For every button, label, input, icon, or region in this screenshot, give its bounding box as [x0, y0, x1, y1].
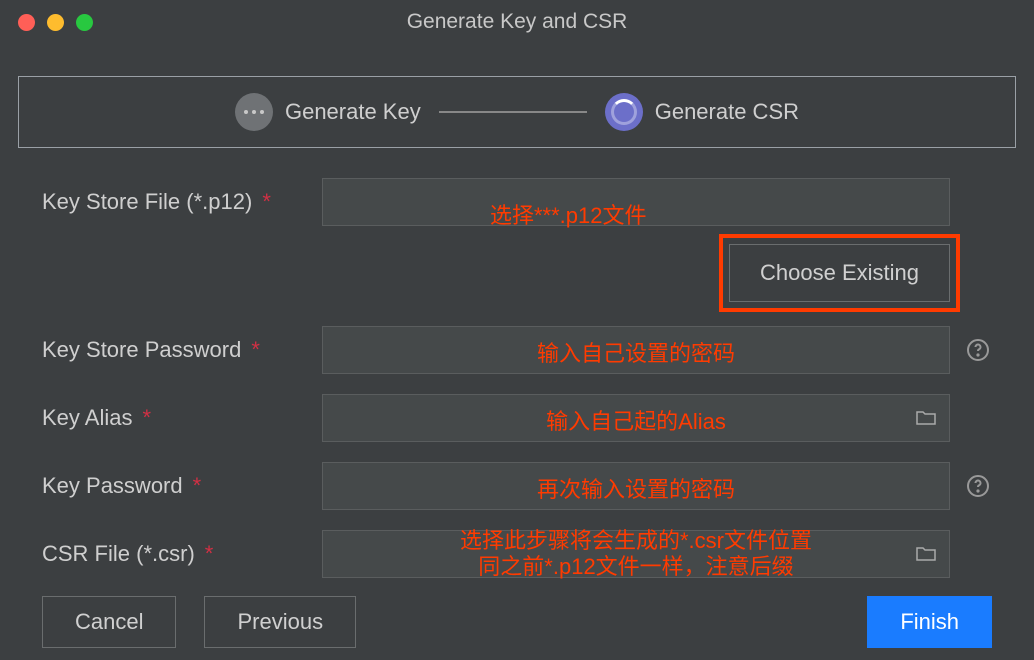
label-text: CSR File (*.csr)	[42, 541, 195, 567]
label-key-password: Key Password *	[42, 473, 322, 499]
traffic-lights	[18, 14, 93, 31]
form: Key Store File (*.p12) * 选择***.p12文件 Cho…	[0, 158, 1034, 580]
step-generate-csr: Generate CSR	[605, 93, 799, 131]
minimize-window-button[interactable]	[47, 14, 64, 31]
window-title: Generate Key and CSR	[0, 10, 1034, 34]
footer: Cancel Previous Finish	[42, 596, 992, 648]
key-store-password-input[interactable]	[322, 326, 950, 374]
required-indicator: *	[262, 189, 271, 215]
required-indicator: *	[143, 405, 152, 431]
row-csr-file: CSR File (*.csr) * 选择此步骤将会生成的*.csr文件位置 同…	[42, 528, 992, 580]
close-window-button[interactable]	[18, 14, 35, 31]
folder-icon[interactable]	[912, 540, 940, 568]
row-key-alias: Key Alias * 输入自己起的Alias	[42, 392, 992, 444]
row-key-store-password: Key Store Password * 输入自己设置的密码	[42, 324, 992, 376]
key-password-input[interactable]	[322, 462, 950, 510]
spinner-icon	[605, 93, 643, 131]
folder-icon[interactable]	[912, 404, 940, 432]
required-indicator: *	[193, 473, 202, 499]
cancel-button[interactable]: Cancel	[42, 596, 176, 648]
row-key-password: Key Password * 再次输入设置的密码	[42, 460, 992, 512]
label-text: Key Store File (*.p12)	[42, 189, 252, 215]
titlebar: Generate Key and CSR	[0, 0, 1034, 44]
step-connector	[439, 111, 587, 113]
label-text: Key Alias	[42, 405, 133, 431]
label-key-store-file: Key Store File (*.p12) *	[42, 189, 322, 215]
label-key-store-password: Key Store Password *	[42, 337, 322, 363]
maximize-window-button[interactable]	[76, 14, 93, 31]
key-store-file-input[interactable]	[322, 178, 950, 226]
previous-button[interactable]: Previous	[204, 596, 356, 648]
required-indicator: *	[251, 337, 260, 363]
label-csr-file: CSR File (*.csr) *	[42, 541, 322, 567]
finish-button[interactable]: Finish	[867, 596, 992, 648]
csr-file-input[interactable]	[322, 530, 950, 578]
label-text: Key Password	[42, 473, 183, 499]
key-alias-input[interactable]	[322, 394, 950, 442]
stepper: Generate Key Generate CSR	[18, 76, 1016, 148]
choose-existing-button[interactable]: Choose Existing	[729, 244, 950, 302]
step-generate-key: Generate Key	[235, 93, 421, 131]
ellipsis-icon	[235, 93, 273, 131]
step-label: Generate Key	[285, 99, 421, 125]
label-text: Key Store Password	[42, 337, 241, 363]
row-key-store-file: Key Store File (*.p12) *	[42, 176, 992, 228]
required-indicator: *	[205, 541, 214, 567]
help-icon[interactable]	[964, 472, 992, 500]
step-label: Generate CSR	[655, 99, 799, 125]
choose-existing-row: Choose Existing	[42, 244, 992, 302]
help-icon[interactable]	[964, 336, 992, 364]
label-key-alias: Key Alias *	[42, 405, 322, 431]
